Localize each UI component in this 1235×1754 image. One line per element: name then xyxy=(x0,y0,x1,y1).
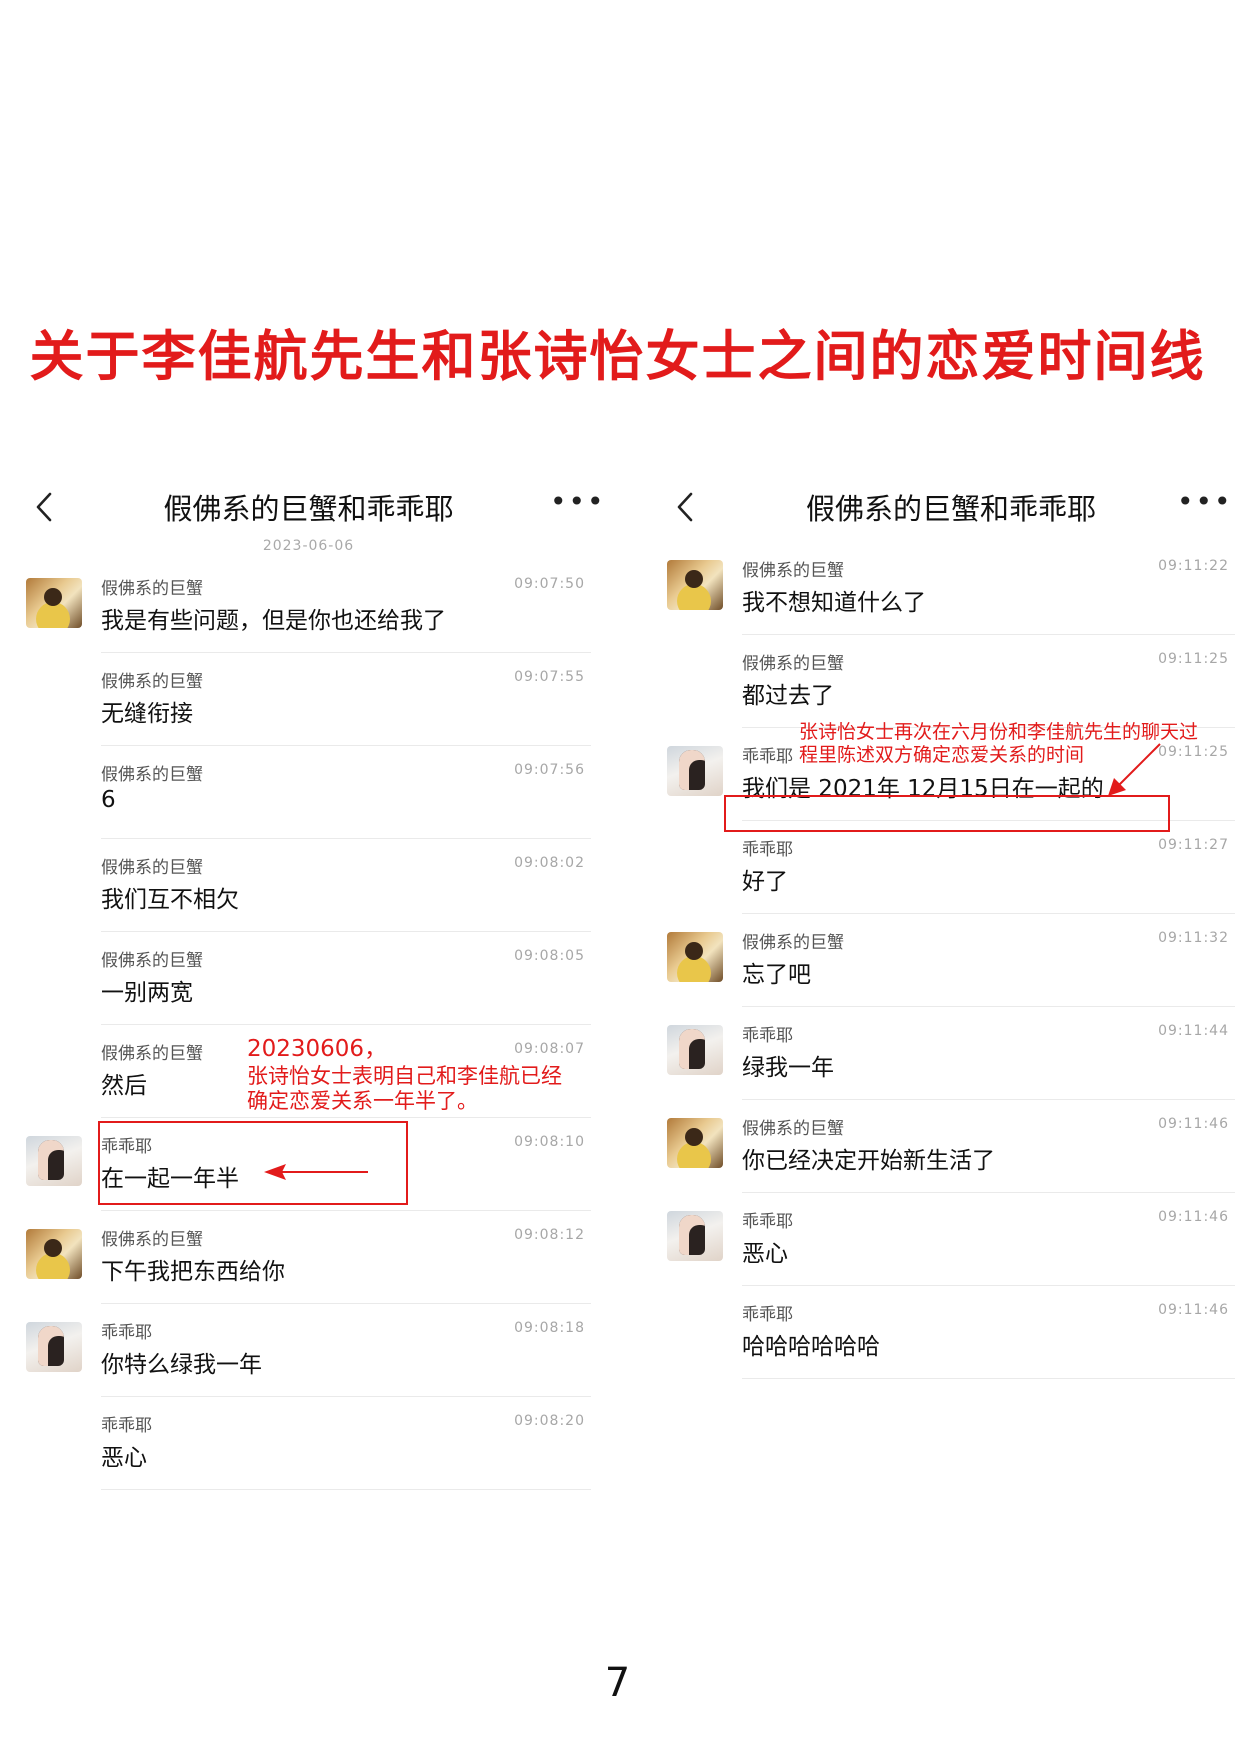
message-time: 09:07:55 xyxy=(514,669,585,685)
chat-title: 假佛系的巨蟹和乖乖耶 xyxy=(805,492,1096,526)
message-item[interactable]: 乖乖耶 09:11:46 恶心 xyxy=(667,1193,1235,1286)
sender-name: 假佛系的巨蟹 xyxy=(742,561,844,581)
message-text: 我们互不相欠 xyxy=(101,887,239,913)
message-item[interactable]: 假佛系的巨蟹 09:07:50 我是有些问题，但是你也还给我了 xyxy=(26,560,591,653)
message-item[interactable]: 假佛系的巨蟹 09:08:02 我们互不相欠 xyxy=(26,839,591,932)
divider xyxy=(742,1378,1235,1379)
message-text: 忘了吧 xyxy=(742,962,811,988)
page-number: 7 xyxy=(604,1660,631,1706)
page-title: 关于李佳航先生和张诗怡女士之间的恋爱时间线 xyxy=(29,325,1206,388)
sender-name: 假佛系的巨蟹 xyxy=(101,765,203,785)
avatar[interactable] xyxy=(26,578,82,628)
annotation-line: 确定恋爱关系一年半了。 xyxy=(247,1088,478,1113)
message-item[interactable]: 乖乖耶 09:08:20 恶心 xyxy=(26,1397,591,1490)
sender-name: 假佛系的巨蟹 xyxy=(101,1044,203,1064)
sender-name: 假佛系的巨蟹 xyxy=(101,1230,203,1250)
message-time: 09:11:25 xyxy=(1158,651,1229,667)
sender-name: 假佛系的巨蟹 xyxy=(101,858,203,878)
annotation-date: 20230606， xyxy=(247,1036,388,1062)
message-item[interactable]: 乖乖耶 09:11:44 绿我一年 xyxy=(667,1007,1235,1100)
chat-title: 假佛系的巨蟹和乖乖耶 xyxy=(163,492,454,526)
avatar[interactable] xyxy=(667,1118,723,1168)
message-item[interactable]: 假佛系的巨蟹 09:08:05 一别两宽 xyxy=(26,932,591,1025)
avatar[interactable] xyxy=(667,1211,723,1261)
sender-name: 假佛系的巨蟹 xyxy=(101,672,203,692)
message-list: 假佛系的巨蟹 09:07:50 我是有些问题，但是你也还给我了 假佛系的巨蟹 09:07… xyxy=(26,560,591,1490)
message-text: 6 xyxy=(101,787,116,813)
chat-panel-left: 假佛系的巨蟹和乖乖耶 ••• 2023-06-06 假佛系的巨蟹 09:07:50… xyxy=(26,478,604,1490)
message-time: 09:11:27 xyxy=(1158,837,1229,853)
chat-header: 假佛系的巨蟹和乖乖耶 ••• xyxy=(667,478,1235,542)
message-item[interactable]: 假佛系的巨蟹 09:11:32 忘了吧 xyxy=(667,914,1235,1007)
sender-name: 乖乖耶 xyxy=(101,1323,152,1343)
message-time: 09:11:22 xyxy=(1158,558,1229,574)
message-text: 你特么绿我一年 xyxy=(101,1352,262,1378)
message-time: 09:11:32 xyxy=(1158,930,1229,946)
sender-name: 假佛系的巨蟹 xyxy=(101,951,203,971)
message-text: 下午我把东西给你 xyxy=(101,1259,285,1285)
message-item[interactable]: 假佛系的巨蟹 09:11:25 都过去了 xyxy=(667,635,1235,728)
sender-name: 乖乖耶 xyxy=(742,747,793,767)
divider xyxy=(101,1489,591,1490)
avatar[interactable] xyxy=(26,1322,82,1372)
sender-name: 乖乖耶 xyxy=(742,1026,793,1046)
message-time: 09:08:12 xyxy=(514,1227,585,1243)
sender-name: 乖乖耶 xyxy=(742,1305,793,1325)
more-dots-icon[interactable]: ••• xyxy=(1177,488,1233,516)
message-time: 09:08:18 xyxy=(514,1320,585,1336)
message-text: 一别两宽 xyxy=(101,980,193,1006)
message-item[interactable]: 假佛系的巨蟹 09:07:55 无缝衔接 xyxy=(26,653,591,746)
message-time: 09:08:20 xyxy=(514,1413,585,1429)
message-item[interactable]: 假佛系的巨蟹 09:08:12 下午我把东西给你 xyxy=(26,1211,591,1304)
annotation-arrow xyxy=(1108,743,1161,796)
message-text: 我是有些问题，但是你也还给我了 xyxy=(101,608,446,634)
message-time: 09:07:50 xyxy=(514,576,585,592)
sender-name: 乖乖耶 xyxy=(742,840,793,860)
message-item[interactable]: 乖乖耶 09:11:27 好了 xyxy=(667,821,1235,914)
message-text: 然后 xyxy=(101,1073,147,1099)
message-time: 09:11:46 xyxy=(1158,1209,1229,1225)
sender-name: 假佛系的巨蟹 xyxy=(742,654,844,674)
sender-name: 假佛系的巨蟹 xyxy=(742,933,844,953)
avatar[interactable] xyxy=(667,560,723,610)
message-time: 09:08:02 xyxy=(514,855,585,871)
chat-panel-right: 假佛系的巨蟹和乖乖耶 ••• 假佛系的巨蟹 09:11:22 我不想知道什么了 假佛系… xyxy=(667,478,1235,1379)
avatar[interactable] xyxy=(26,1136,82,1186)
message-time: 09:08:05 xyxy=(514,948,585,964)
highlight-box xyxy=(724,795,1170,832)
message-list: 假佛系的巨蟹 09:11:22 我不想知道什么了 假佛系的巨蟹 09:11:25 都过去了… xyxy=(667,542,1235,1379)
avatar[interactable] xyxy=(26,1229,82,1279)
avatar[interactable] xyxy=(667,1025,723,1075)
annotation-left: 20230606， 张诗怡女士表明自己和李佳航已经 确定恋爱关系一年半了。 xyxy=(247,1036,562,1114)
sender-name: 假佛系的巨蟹 xyxy=(101,579,203,599)
message-text: 都过去了 xyxy=(742,683,834,709)
message-text: 无缝衔接 xyxy=(101,701,193,727)
message-time: 09:08:10 xyxy=(514,1134,585,1150)
message-item[interactable]: 假佛系的巨蟹 09:11:22 我不想知道什么了 xyxy=(667,542,1235,635)
message-text: 哈哈哈哈哈哈 xyxy=(742,1334,880,1360)
message-item[interactable]: 乖乖耶 09:08:18 你特么绿我一年 xyxy=(26,1304,591,1397)
message-text: 绿我一年 xyxy=(742,1055,834,1081)
message-item[interactable]: 假佛系的巨蟹 09:11:46 你已经决定开始新生活了 xyxy=(667,1100,1235,1193)
message-time: 09:11:46 xyxy=(1158,1302,1229,1318)
more-dots-icon[interactable]: ••• xyxy=(550,488,606,516)
sender-name: 假佛系的巨蟹 xyxy=(742,1119,844,1139)
avatar[interactable] xyxy=(667,932,723,982)
message-item[interactable]: 乖乖耶 09:11:46 哈哈哈哈哈哈 xyxy=(667,1286,1235,1379)
chat-header: 假佛系的巨蟹和乖乖耶 ••• xyxy=(26,478,604,542)
message-text: 恶心 xyxy=(742,1241,788,1267)
sender-name: 乖乖耶 xyxy=(742,1212,793,1232)
message-time: 09:07:56 xyxy=(514,762,585,778)
avatar[interactable] xyxy=(667,746,723,796)
message-text: 好了 xyxy=(742,869,788,895)
message-time: 09:11:46 xyxy=(1158,1116,1229,1132)
message-item[interactable]: 假佛系的巨蟹 09:07:56 6 xyxy=(26,746,591,839)
annotation-line: 张诗怡女士表明自己和李佳航已经 xyxy=(247,1063,562,1088)
message-text: 恶心 xyxy=(101,1445,147,1471)
message-text: 你已经决定开始新生活了 xyxy=(742,1148,995,1174)
message-text: 我不想知道什么了 xyxy=(742,590,926,616)
annotation-arrow xyxy=(264,1164,368,1180)
sender-name: 乖乖耶 xyxy=(101,1416,152,1436)
message-time: 09:11:44 xyxy=(1158,1023,1229,1039)
